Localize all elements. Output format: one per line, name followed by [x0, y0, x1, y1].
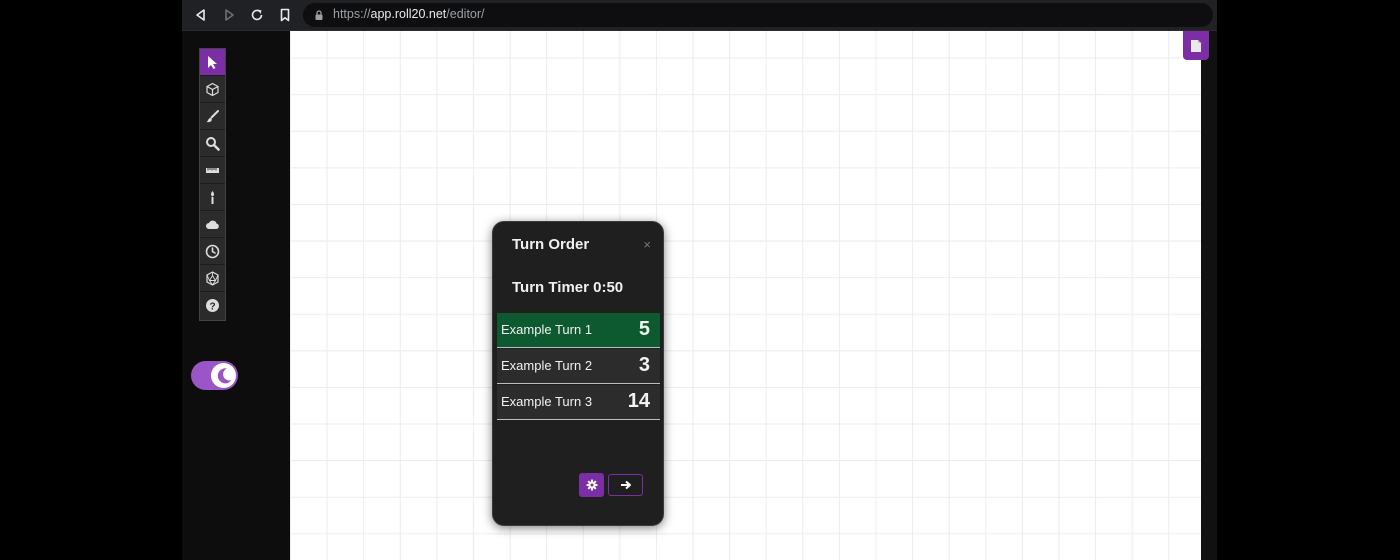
reload-icon [251, 9, 263, 21]
tool-layers[interactable] [200, 76, 225, 103]
turn-initiative: 3 [638, 354, 650, 376]
clock-icon [205, 244, 220, 258]
turn-name: Example Turn 3 [501, 394, 593, 409]
gear-icon [586, 479, 597, 491]
url-path: /editor/ [446, 7, 485, 21]
turn-row[interactable]: Example Turn 2 3 [497, 349, 660, 384]
next-turn-button[interactable] [608, 474, 643, 496]
url-text: https://app.roll20.net/editor/ [333, 7, 485, 21]
tool-dice[interactable] [200, 265, 225, 292]
tool-fog[interactable] [200, 211, 225, 238]
help-icon: ? [206, 299, 219, 312]
tool-draw[interactable] [200, 103, 225, 130]
forward-arrow-icon [225, 9, 234, 21]
torch-icon [211, 190, 214, 204]
document-icon [1191, 39, 1201, 52]
turn-settings-button[interactable] [579, 473, 604, 497]
turn-order-panel: Turn Order × Turn Timer 0:50 Example Tur… [492, 221, 664, 526]
ruler-icon [206, 167, 219, 173]
browser-toolbar: https://app.roll20.net/editor/ [182, 0, 1217, 31]
tool-zoom[interactable] [200, 130, 225, 157]
turn-row-current[interactable]: Example Turn 1 5 [497, 313, 660, 348]
bookmark-icon [280, 8, 290, 22]
turn-list: Example Turn 1 5 Example Turn 2 3 Exampl… [497, 313, 660, 421]
lock-icon [315, 10, 323, 20]
tool-measure[interactable] [200, 157, 225, 184]
arrow-right-icon [620, 480, 631, 490]
journal-toggle-button[interactable] [1183, 31, 1209, 60]
tool-lighting[interactable] [200, 184, 225, 211]
turn-row[interactable]: Example Turn 3 14 [497, 385, 660, 420]
url-scheme: https:// [333, 7, 371, 21]
moon-icon [217, 367, 231, 383]
back-arrow-icon [196, 9, 205, 21]
svg-text:?: ? [209, 301, 215, 312]
back-button[interactable] [191, 5, 211, 25]
tool-select[interactable] [200, 49, 225, 76]
turn-initiative: 14 [627, 390, 650, 412]
bookmark-button[interactable] [275, 5, 295, 25]
select-cursor-icon [208, 55, 217, 69]
reload-button[interactable] [247, 5, 267, 25]
turn-initiative: 5 [638, 318, 650, 340]
dice-icon [206, 270, 219, 286]
zoom-icon [206, 136, 220, 151]
forward-button[interactable] [219, 5, 239, 25]
brush-icon [206, 109, 219, 122]
close-button[interactable]: × [643, 238, 651, 252]
dark-mode-toggle[interactable] [191, 361, 238, 390]
address-bar[interactable]: https://app.roll20.net/editor/ [303, 3, 1213, 27]
tool-turn-tracker[interactable] [200, 238, 225, 265]
cloud-icon [206, 220, 219, 229]
tool-palette: ? [199, 48, 226, 321]
url-host: app.roll20.net [370, 7, 447, 21]
toggle-knob [211, 363, 236, 388]
cube-icon [206, 82, 219, 96]
turn-name: Example Turn 1 [501, 322, 593, 337]
right-sidebar-strip [1201, 31, 1217, 560]
panel-title: Turn Order [512, 236, 590, 253]
turn-timer: Turn Timer 0:50 [512, 279, 624, 296]
tool-help[interactable]: ? [200, 292, 225, 319]
turn-name: Example Turn 2 [501, 358, 593, 373]
roll20-app: https://app.roll20.net/editor/ ? Turn Or… [182, 0, 1217, 560]
map-canvas[interactable] [290, 31, 1201, 560]
